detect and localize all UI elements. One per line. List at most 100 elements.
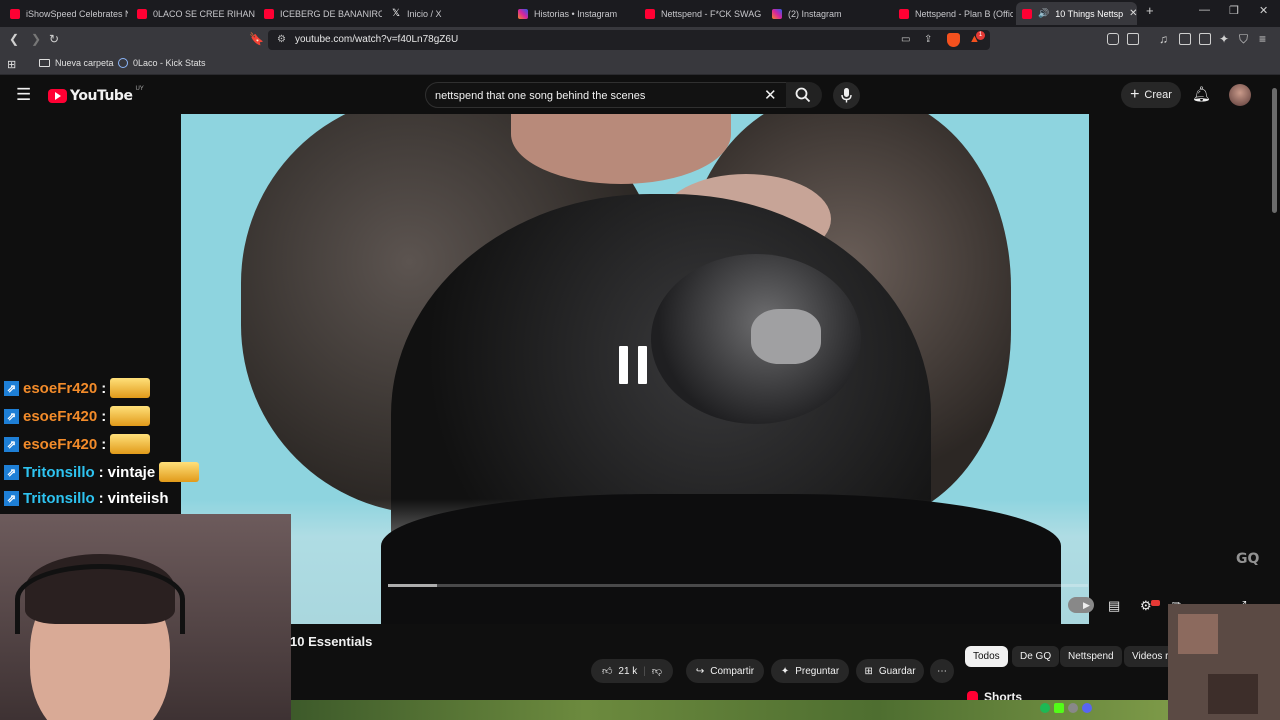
minimize-icon[interactable]: —: [1199, 4, 1210, 16]
screenshot-icon[interactable]: [1127, 33, 1139, 45]
search-button[interactable]: [786, 82, 822, 108]
share-arrow-icon: ↪: [695, 665, 705, 677]
youtube-logo[interactable]: YouTube UY: [48, 86, 144, 104]
headphones: [15, 564, 185, 634]
create-label: Crear: [1144, 89, 1172, 101]
chat-badge-icon: ⇗: [4, 436, 19, 452]
more-actions-icon[interactable]: ⋯: [930, 659, 954, 683]
tray-icon[interactable]: [1068, 703, 1078, 713]
browser-tab[interactable]: (2) Instagram: [766, 2, 890, 25]
bookmark-label: 0Laco - Kick Stats: [133, 58, 206, 68]
share-button[interactable]: ↪ Compartir: [686, 659, 764, 683]
apps-grid-icon[interactable]: ⊞: [7, 58, 16, 71]
menu-icon[interactable]: ≡: [1259, 32, 1266, 46]
browser-tab[interactable]: Nettspend - Plan B (Offici: [893, 2, 1013, 25]
speaker-icon[interactable]: 🔊: [1038, 8, 1049, 19]
game-block: [1208, 674, 1258, 714]
chat-emote: [110, 434, 151, 454]
sidebar-icon[interactable]: [1179, 33, 1191, 45]
hamburger-menu-icon[interactable]: ☰: [16, 85, 31, 105]
dislike-icon[interactable]: 👎︎: [652, 665, 662, 677]
like-icon[interactable]: 👍︎: [602, 665, 612, 677]
avatar[interactable]: [1229, 84, 1251, 106]
search-input[interactable]: nettspend that one song behind the scene…: [425, 82, 787, 108]
chip-nettspend[interactable]: Nettspend: [1060, 646, 1122, 667]
leo-ai-icon[interactable]: ✦: [1219, 32, 1229, 46]
address-bar[interactable]: ⚙ youtube.com/watch?v=f40Ln78gZ6U ▭ ⇪ ▲ …: [268, 30, 990, 50]
settings-gear-icon[interactable]: ⚙: [1140, 598, 1152, 614]
vpn-shield-icon[interactable]: ⛉: [1239, 32, 1248, 47]
site-info-icon[interactable]: ⚙: [277, 34, 286, 45]
youtube-play-logo-icon: [48, 89, 67, 103]
video-title: 10 Essentials: [290, 634, 373, 649]
kick-tray-icon[interactable]: [1054, 703, 1064, 713]
browser-tab[interactable]: 0LACO SE CREE RIHANNA: [131, 2, 255, 25]
bookmark-icon[interactable]: 🔖: [249, 32, 264, 46]
brave-shield-icon[interactable]: [947, 33, 960, 47]
share-label: Compartir: [710, 665, 755, 677]
tab-title: 0LACO SE CREE RIHANNA: [153, 8, 255, 19]
create-button[interactable]: + Crear: [1121, 82, 1181, 108]
discord-icon[interactable]: [1082, 703, 1092, 713]
ask-button[interactable]: ✦ Preguntar: [771, 659, 849, 683]
chat-username: Tritonsillo: [23, 490, 95, 507]
progress-bar[interactable]: [388, 584, 1088, 587]
forward-icon[interactable]: ❯: [31, 32, 41, 46]
tab-title: Nettspend - F*CK SWAG (: [661, 8, 763, 19]
search-query[interactable]: nettspend that one song behind the scene…: [435, 90, 645, 102]
video-player[interactable]: [181, 114, 1089, 624]
chip-de-gq[interactable]: De GQ: [1012, 646, 1060, 667]
chat-badge-icon: ⇗: [4, 408, 19, 424]
region-code: UY: [135, 86, 144, 92]
browser-tab[interactable]: Historias • Instagram: [512, 2, 636, 25]
instagram-favicon-icon: [518, 8, 528, 19]
tab-title: iShowSpeed Celebrates N: [26, 8, 128, 19]
share-icon[interactable]: ⇪: [924, 34, 932, 45]
subtitles-icon[interactable]: ▤: [1108, 598, 1120, 614]
video-frame-highlight: [751, 309, 821, 364]
pause-indicator-icon[interactable]: [618, 346, 648, 386]
like-dislike-group[interactable]: 👍︎ 21 k | 👎︎: [591, 659, 673, 683]
close-tab-icon[interactable]: ✕: [1129, 8, 1137, 19]
autoplay-play-icon: ▶: [1083, 600, 1090, 610]
youtube-favicon-icon: [645, 8, 655, 19]
clear-search-icon[interactable]: ✕: [764, 86, 777, 104]
plus-icon: +: [1130, 86, 1140, 103]
youtube-favicon-icon: [10, 8, 20, 19]
close-window-icon[interactable]: ✕: [1259, 4, 1268, 17]
tab-title: ICEBERG DE BANANIROU: [280, 8, 382, 19]
wallet-icon[interactable]: [1199, 33, 1211, 45]
autoplay-toggle[interactable]: [1068, 597, 1094, 613]
bookmark-item[interactable]: Nueva carpeta: [39, 58, 114, 68]
browser-tab[interactable]: ICEBERG DE BANANIROU: [258, 2, 382, 25]
chat-text: vinteiish: [107, 490, 169, 507]
voice-search-button[interactable]: [833, 82, 860, 109]
restore-icon[interactable]: ❐: [1229, 4, 1239, 17]
chat-message: ⇗ esoeFr420 :: [4, 378, 151, 398]
chip-todos[interactable]: Todos: [965, 646, 1008, 667]
bookmark-label: Nueva carpeta: [55, 58, 114, 68]
youtube-wordmark: YouTube: [70, 88, 133, 104]
music-icon[interactable]: ♫: [1159, 32, 1168, 46]
browser-tab[interactable]: 𝕏 Inicio / X: [385, 2, 509, 25]
new-tab-button[interactable]: +: [1146, 3, 1154, 18]
back-icon[interactable]: ❮: [9, 32, 19, 46]
browser-tab[interactable]: Nettspend - F*CK SWAG (: [639, 2, 763, 25]
browser-tab[interactable]: iShowSpeed Celebrates N: [4, 2, 128, 25]
url-text[interactable]: youtube.com/watch?v=f40Ln78gZ6U: [295, 34, 458, 45]
save-button[interactable]: ⊞ Guardar: [856, 659, 924, 683]
save-icon: ⊞: [864, 665, 873, 677]
chat-emote: [110, 378, 151, 398]
browser-tab-active[interactable]: 🔊 10 Things Nettsp ✕: [1016, 2, 1137, 25]
browser-toolbar: ❮ ❯ ↻ 🔖 ⚙ youtube.com/watch?v=f40Ln78gZ6…: [0, 27, 1280, 53]
spotify-icon[interactable]: [1040, 703, 1050, 713]
notifications-bell-icon[interactable]: 🔔︎: [1192, 85, 1211, 103]
extensions-icon[interactable]: [1107, 33, 1119, 45]
reload-icon[interactable]: ↻: [49, 32, 59, 46]
microphone-icon: [841, 88, 852, 103]
chat-username: Tritonsillo: [23, 463, 95, 481]
page-scrollbar[interactable]: [1270, 86, 1278, 216]
cast-icon[interactable]: ▭: [901, 34, 910, 45]
chat-badge-icon: ⇗: [4, 380, 19, 396]
bookmark-item[interactable]: 0Laco - Kick Stats: [118, 58, 206, 68]
